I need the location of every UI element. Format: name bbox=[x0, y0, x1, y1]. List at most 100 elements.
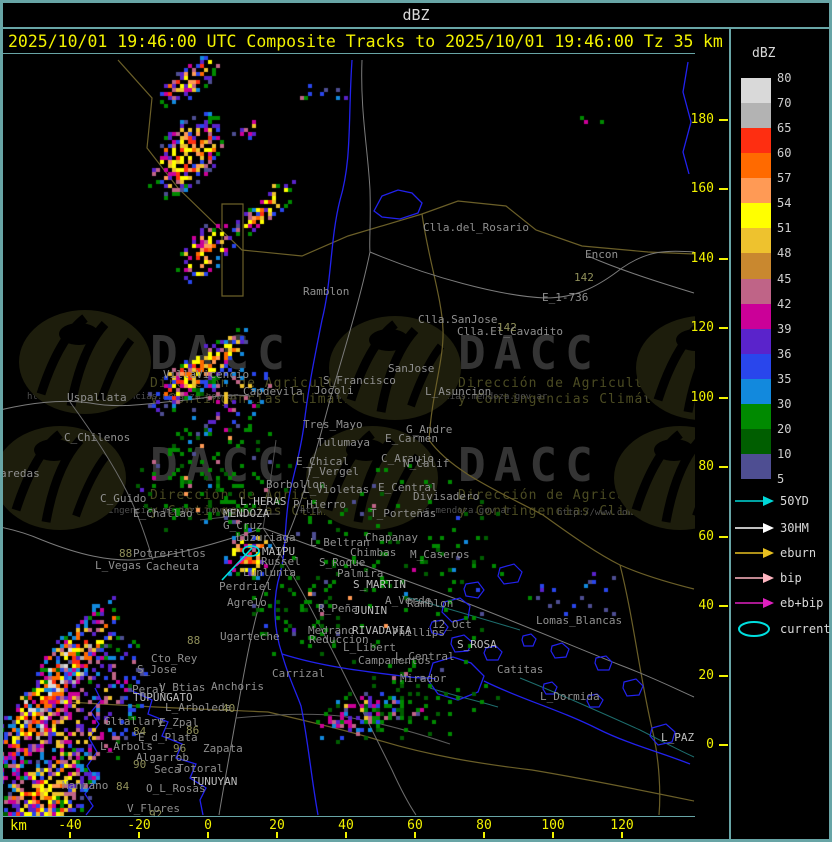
y-axis-tick-mark bbox=[719, 258, 728, 260]
scale-boundary-label: 36 bbox=[777, 347, 792, 361]
scale-boundary-label: 30 bbox=[777, 397, 792, 411]
y-axis-tick-mark bbox=[719, 119, 728, 121]
map-label: T_Vergel bbox=[306, 465, 359, 478]
timestamp-header: 2025/10/01 19:46:00 UTC Composite Tracks… bbox=[8, 32, 694, 51]
map-label: E_Challao bbox=[133, 507, 193, 520]
map-label: Capdevila bbox=[243, 385, 303, 398]
map-label: JUNIN bbox=[354, 604, 388, 617]
map-label: R_Peña bbox=[318, 602, 358, 615]
scale-swatch bbox=[741, 329, 771, 354]
scale-boundary-label: 57 bbox=[777, 171, 792, 185]
y-axis-tick-mark bbox=[719, 327, 728, 329]
y-axis-tick-mark bbox=[719, 605, 728, 607]
scale-swatch bbox=[741, 404, 771, 429]
map-label: L.HERAS bbox=[240, 495, 287, 508]
map-label: Clla.SanJose bbox=[418, 313, 498, 326]
x-axis-tick-mark bbox=[414, 832, 416, 838]
map-label: Jocoli bbox=[314, 384, 354, 397]
scale-boundary-label: 60 bbox=[777, 146, 792, 160]
legend-item-label: eb+bip bbox=[780, 596, 824, 610]
map-label: S_ROSA bbox=[457, 638, 497, 651]
legend-glyph-svg bbox=[738, 621, 770, 637]
scale-boundary-label: 5 bbox=[777, 472, 785, 486]
map-label: T_Porteñas bbox=[370, 507, 437, 520]
map-label: C_Guido bbox=[100, 492, 147, 505]
map-label: Tres_Mayo bbox=[303, 418, 363, 431]
map-label: Ugarteche bbox=[220, 630, 280, 643]
legend-item-label: 50YD bbox=[780, 494, 809, 508]
x-axis-tick-label: -40 bbox=[58, 818, 82, 833]
scale-swatch bbox=[741, 279, 771, 304]
map-label: L_Violetas bbox=[303, 483, 370, 496]
y-axis-tick-mark bbox=[719, 397, 728, 399]
map-label: P_Hierro bbox=[293, 498, 346, 511]
storm-track-line bbox=[235, 552, 252, 567]
scale-swatch bbox=[741, 454, 771, 479]
y-axis-tick-label: 80 bbox=[698, 459, 714, 474]
legend-current-ellipse bbox=[738, 621, 770, 637]
eburn-arrow-icon bbox=[732, 545, 778, 561]
map-label: 142 bbox=[497, 321, 517, 334]
legend-item-label: current bbox=[780, 622, 831, 636]
map-label: Lomas_Blancas bbox=[536, 614, 623, 627]
map-label: Encon bbox=[585, 248, 619, 261]
map-label: 92 bbox=[149, 808, 163, 816]
y-axis-tick-mark bbox=[719, 675, 728, 677]
map-label: 88 bbox=[187, 634, 201, 647]
y-axis-tick-label: 60 bbox=[698, 529, 714, 544]
map-label: L_Dormida bbox=[540, 690, 600, 703]
map-label: 142 bbox=[574, 271, 594, 284]
titlebar-separator bbox=[0, 27, 832, 29]
scale-swatch bbox=[741, 153, 771, 178]
legend-item-label: eburn bbox=[780, 546, 817, 560]
eb+bip-arrow-icon bbox=[732, 595, 778, 611]
scale-swatch bbox=[741, 304, 771, 329]
legend-arrow-head bbox=[763, 496, 774, 506]
x-axis-tick-mark bbox=[483, 832, 485, 838]
map-label: G_Cruz bbox=[223, 519, 263, 532]
map-label: Totoral bbox=[177, 762, 224, 775]
x-axis-tick-label: 80 bbox=[476, 818, 492, 833]
map-label: L_Asuncion bbox=[425, 385, 492, 398]
map-label: VillaVicencio bbox=[163, 368, 250, 381]
scale-boundary-label: 80 bbox=[777, 71, 792, 85]
x-axis-tick-label: 0 bbox=[204, 818, 212, 833]
scale-boundary-label: 35 bbox=[777, 372, 792, 386]
legend-item-label: 30HM bbox=[780, 521, 809, 535]
scale-swatch bbox=[741, 379, 771, 404]
x-axis-tick-label: 120 bbox=[610, 818, 634, 833]
x-axis-tick-mark bbox=[69, 832, 71, 838]
x-axis-tick-mark bbox=[138, 832, 140, 838]
map-label: Cacheuta bbox=[146, 560, 199, 573]
x-axis-tick-mark bbox=[552, 832, 554, 838]
scale-boundary-label: 10 bbox=[777, 447, 792, 461]
window-border-top bbox=[0, 0, 832, 3]
map-label: Luzuriaga bbox=[236, 531, 296, 544]
y-axis-tick-label: 180 bbox=[690, 112, 714, 127]
map-label: O_L_Rosas bbox=[146, 782, 206, 795]
legend-item-label: bip bbox=[780, 571, 802, 585]
map-label: Manzano bbox=[62, 779, 109, 792]
scale-boundary-label: 65 bbox=[777, 121, 792, 135]
y-axis-tick-mark bbox=[719, 188, 728, 190]
x-axis-tick-mark bbox=[207, 832, 209, 838]
scale-title: dBZ bbox=[752, 46, 776, 61]
legend-glyph-svg bbox=[735, 548, 774, 558]
scale-swatch bbox=[741, 354, 771, 379]
x-axis-tick-label: 40 bbox=[338, 818, 354, 833]
legend-glyph-svg bbox=[735, 573, 774, 583]
map-label: Mirador bbox=[400, 672, 447, 685]
legend-arrow-head bbox=[763, 548, 774, 558]
y-axis-tick-label: 140 bbox=[690, 251, 714, 266]
map-label: 84 bbox=[116, 780, 130, 793]
map-border-bottom bbox=[3, 816, 694, 817]
map-label: SanJose bbox=[388, 362, 435, 375]
map-label: 88 bbox=[119, 547, 133, 560]
x-axis-tick-label: 60 bbox=[407, 818, 423, 833]
scale-swatch bbox=[741, 203, 771, 228]
map-label: 90 bbox=[133, 758, 147, 771]
radar-app-window: dBZ 2025/10/01 19:46:00 UTC Composite Tr… bbox=[0, 0, 832, 842]
legend-glyph-svg bbox=[735, 496, 774, 506]
y-axis-tick-label: 160 bbox=[690, 181, 714, 196]
map-label: Catitas bbox=[497, 663, 544, 676]
